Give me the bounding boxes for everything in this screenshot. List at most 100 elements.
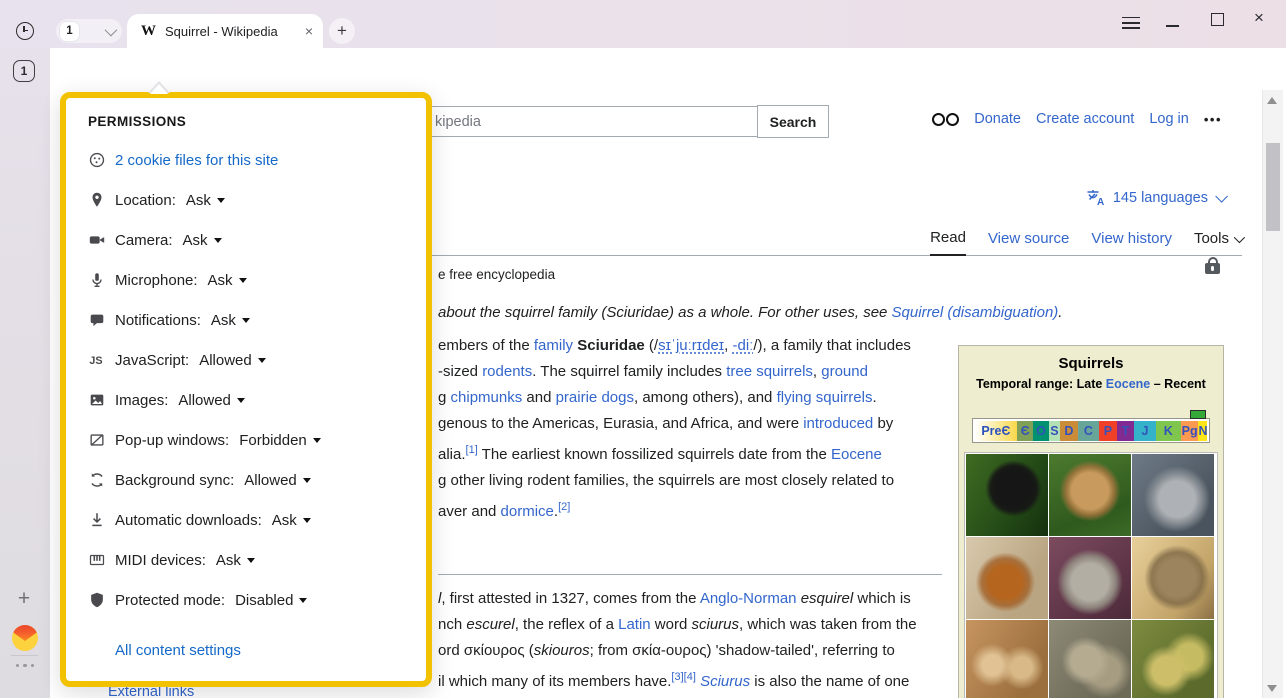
geo-period[interactable]: J — [1134, 421, 1155, 441]
tab-tools[interactable]: Tools — [1194, 230, 1242, 255]
all-content-settings-link[interactable]: All content settings — [115, 642, 426, 659]
wiki-search-button[interactable]: Search — [757, 105, 829, 138]
microphone-value-dropdown[interactable]: Ask — [208, 272, 247, 289]
wiki-link[interactable]: [1] — [466, 444, 478, 456]
create-account-link[interactable]: Create account — [1036, 111, 1134, 127]
page-protection-lock-icon[interactable] — [1205, 263, 1220, 274]
wiki-link[interactable]: rodents — [482, 363, 532, 380]
appearance-glasses-icon[interactable] — [932, 113, 959, 126]
wiki-link[interactable]: Latin — [618, 616, 651, 633]
cookie-files-link[interactable]: 2 cookie files for this site — [115, 152, 278, 169]
geo-period[interactable]: S — [1049, 421, 1060, 441]
maximize-button[interactable] — [1211, 13, 1224, 26]
languages-button[interactable]: A 145 languages — [1086, 189, 1224, 207]
javascript-value-dropdown[interactable]: Allowed — [199, 352, 266, 369]
minimize-button[interactable] — [1166, 25, 1179, 27]
article-line: aver and dormice.[2] — [438, 494, 911, 525]
sidebar-more-icon[interactable] — [12, 664, 38, 667]
wiki-link[interactable]: dormice — [501, 503, 554, 520]
text-segment: by — [873, 415, 893, 432]
wiki-link[interactable]: prairie dogs — [556, 389, 634, 406]
dropdown-caret-icon — [214, 238, 222, 243]
wiki-link[interactable]: Eocene — [831, 446, 882, 463]
midi-value-dropdown[interactable]: Ask — [216, 552, 255, 569]
wiki-link[interactable]: Squirrel (disambiguation) — [892, 304, 1059, 321]
permission-row: Location: Ask — [88, 189, 426, 211]
user-menu-ellipsis-icon[interactable]: ••• — [1204, 112, 1222, 127]
tab-read[interactable]: Read — [930, 229, 966, 256]
geo-period[interactable]: K — [1156, 421, 1181, 441]
geo-period[interactable]: Pg — [1181, 421, 1199, 441]
new-tab-button[interactable]: + — [329, 18, 355, 44]
squirrel-photo[interactable] — [1132, 620, 1214, 698]
menu-hamburger-icon[interactable] — [1122, 13, 1140, 27]
images-value-dropdown[interactable]: Allowed — [178, 392, 245, 409]
scroll-down-arrow[interactable] — [1267, 685, 1277, 692]
geo-period[interactable]: N — [1198, 421, 1207, 441]
text-segment: aver and — [438, 503, 501, 520]
geo-period[interactable]: PreЄ — [975, 421, 1018, 441]
log-in-link[interactable]: Log in — [1149, 111, 1189, 127]
wiki-link[interactable]: sɪˈjuːrɪdeɪ — [658, 337, 724, 354]
yandex-mail-icon[interactable] — [12, 625, 38, 651]
wiki-link[interactable]: tree squirrels — [726, 363, 813, 380]
sidebar-tab-counter[interactable]: 1 — [13, 60, 35, 82]
javascript-icon: JS — [88, 351, 106, 369]
close-window-button[interactable]: × — [1254, 8, 1264, 28]
wiki-link[interactable]: [2] — [558, 501, 570, 513]
wiki-link[interactable]: [3][4] — [671, 671, 695, 683]
notifications-value-dropdown[interactable]: Ask — [211, 312, 250, 329]
shield-icon — [88, 591, 106, 609]
article-line: l, first attested in 1327, comes from th… — [438, 586, 917, 612]
text-segment: and — [522, 389, 555, 406]
scrollbar-thumb[interactable] — [1266, 143, 1280, 231]
tab-view-source[interactable]: View source — [988, 230, 1069, 255]
geo-period[interactable]: C — [1078, 421, 1099, 441]
wiki-link[interactable]: Eocene — [1106, 377, 1150, 391]
protected-mode-value-dropdown[interactable]: Disabled — [235, 592, 307, 609]
wiki-link[interactable]: Sciurus — [700, 673, 750, 690]
scroll-up-arrow[interactable] — [1267, 97, 1277, 104]
tab-close-icon[interactable]: × — [305, 23, 313, 39]
wiki-link[interactable]: introduced — [803, 415, 873, 432]
popups-value-dropdown[interactable]: Forbidden — [239, 432, 321, 449]
wiki-link[interactable]: family — [534, 337, 573, 354]
squirrel-photo[interactable] — [1132, 537, 1214, 619]
squirrel-photo[interactable] — [1132, 454, 1214, 536]
chevron-down-icon — [105, 23, 118, 36]
location-value-dropdown[interactable]: Ask — [186, 192, 225, 209]
wiki-link[interactable]: -diː — [733, 337, 754, 354]
tab-group-button[interactable]: 1 — [56, 19, 122, 43]
squirrel-photo[interactable] — [966, 454, 1048, 536]
wiki-link[interactable]: Anglo-Norman — [700, 590, 797, 607]
scrollbar[interactable] — [1262, 90, 1283, 698]
browser-tab[interactable]: W Squirrel - Wikipedia × — [127, 14, 323, 48]
geo-period[interactable]: T — [1117, 421, 1135, 441]
wiki-link[interactable]: flying squirrels — [777, 389, 873, 406]
geo-period[interactable]: D — [1060, 421, 1078, 441]
permission-row: Pop-up windows: Forbidden — [88, 429, 426, 451]
sidebar-add-button[interactable]: + — [12, 588, 36, 612]
geo-period[interactable]: O — [1033, 421, 1049, 441]
wiki-link[interactable]: ground — [821, 363, 868, 380]
squirrel-photo[interactable] — [1049, 454, 1131, 536]
geo-period[interactable]: P — [1099, 421, 1117, 441]
permission-row: Notifications: Ask — [88, 309, 426, 331]
auto-downloads-value-dropdown[interactable]: Ask — [272, 512, 311, 529]
hatnote: about the squirrel family (Sciuridae) as… — [438, 304, 1062, 321]
permission-label: Background sync: — [115, 472, 234, 489]
donate-link[interactable]: Donate — [974, 111, 1021, 127]
sidebar-rail: 1 + — [0, 48, 50, 698]
tab-view-history[interactable]: View history — [1091, 230, 1172, 255]
history-clock-icon[interactable] — [16, 22, 34, 40]
dropdown-caret-icon — [237, 398, 245, 403]
squirrel-photo[interactable] — [1049, 537, 1131, 619]
camera-value-dropdown[interactable]: Ask — [183, 232, 222, 249]
background-sync-value-dropdown[interactable]: Allowed — [244, 472, 311, 489]
squirrel-photo[interactable] — [966, 537, 1048, 619]
wiki-search-input[interactable] — [424, 106, 758, 137]
geo-period[interactable]: Є — [1017, 421, 1033, 441]
squirrel-photo[interactable] — [966, 620, 1048, 698]
squirrel-photo[interactable] — [1049, 620, 1131, 698]
wiki-link[interactable]: chipmunks — [451, 389, 523, 406]
